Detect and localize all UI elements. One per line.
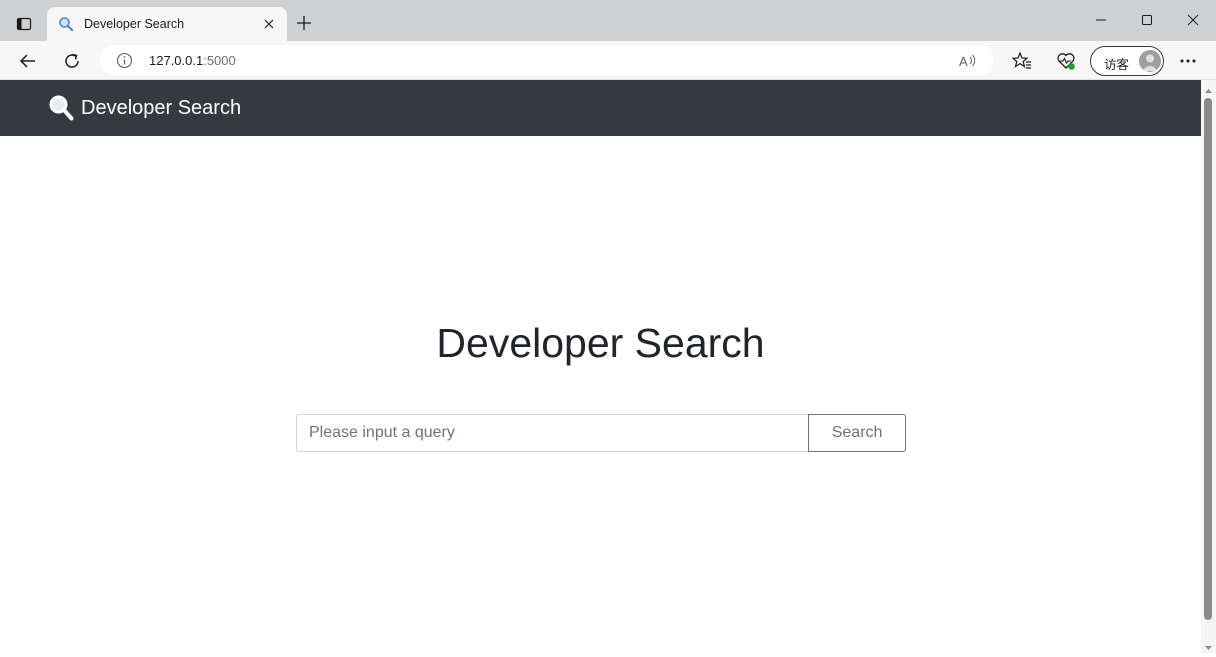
brand-text: Developer Search	[81, 96, 242, 119]
search-form: Search	[296, 414, 906, 452]
scroll-thumb[interactable]	[1204, 98, 1212, 620]
minimize-icon[interactable]	[1087, 8, 1115, 32]
tab-close-icon[interactable]	[261, 16, 277, 32]
site-info-icon[interactable]	[116, 52, 133, 69]
page-title: Developer Search	[436, 320, 765, 366]
new-tab-icon[interactable]	[294, 13, 314, 33]
profile-button[interactable]: 访客	[1090, 46, 1164, 76]
read-aloud-icon[interactable]: A	[958, 51, 978, 71]
browser-toolbar: 127.0.0.1:5000 A 访客	[0, 41, 1216, 80]
profile-label: 访客	[1104, 57, 1130, 72]
navbar: Developer Search	[0, 80, 1201, 136]
browser-tab[interactable]: Developer Search	[47, 7, 287, 41]
scroll-down-arrow-icon[interactable]	[1204, 639, 1213, 650]
search-button[interactable]: Search	[808, 414, 906, 452]
tab-actions-icon[interactable]	[12, 12, 36, 36]
search-logo-icon	[49, 95, 74, 121]
magnifier-icon	[58, 16, 74, 32]
avatar	[1139, 50, 1161, 72]
refresh-icon[interactable]	[58, 47, 86, 75]
page-viewport: Developer Search Developer Search Search	[0, 80, 1201, 653]
page-scrollbar[interactable]	[1201, 80, 1216, 653]
browser-essentials-icon[interactable]	[1052, 47, 1080, 75]
address-bar[interactable]: 127.0.0.1:5000 A	[100, 45, 994, 75]
svg-text:A: A	[959, 54, 968, 69]
favorites-icon[interactable]	[1008, 47, 1036, 75]
tab-title: Developer Search	[84, 17, 185, 31]
back-arrow-icon[interactable]	[14, 47, 42, 75]
url-host: 127.0.0.1	[149, 53, 204, 68]
url-text: 127.0.0.1:5000	[149, 53, 236, 68]
search-input[interactable]	[296, 414, 809, 452]
more-options-icon[interactable]	[1174, 47, 1202, 75]
maximize-icon[interactable]	[1133, 8, 1161, 32]
browser-titlebar: Developer Search	[0, 0, 1216, 41]
close-window-icon[interactable]	[1179, 8, 1207, 32]
navbar-brand[interactable]: Developer Search	[48, 94, 241, 122]
url-port: :5000	[203, 53, 236, 68]
scroll-up-arrow-icon[interactable]	[1204, 83, 1213, 93]
